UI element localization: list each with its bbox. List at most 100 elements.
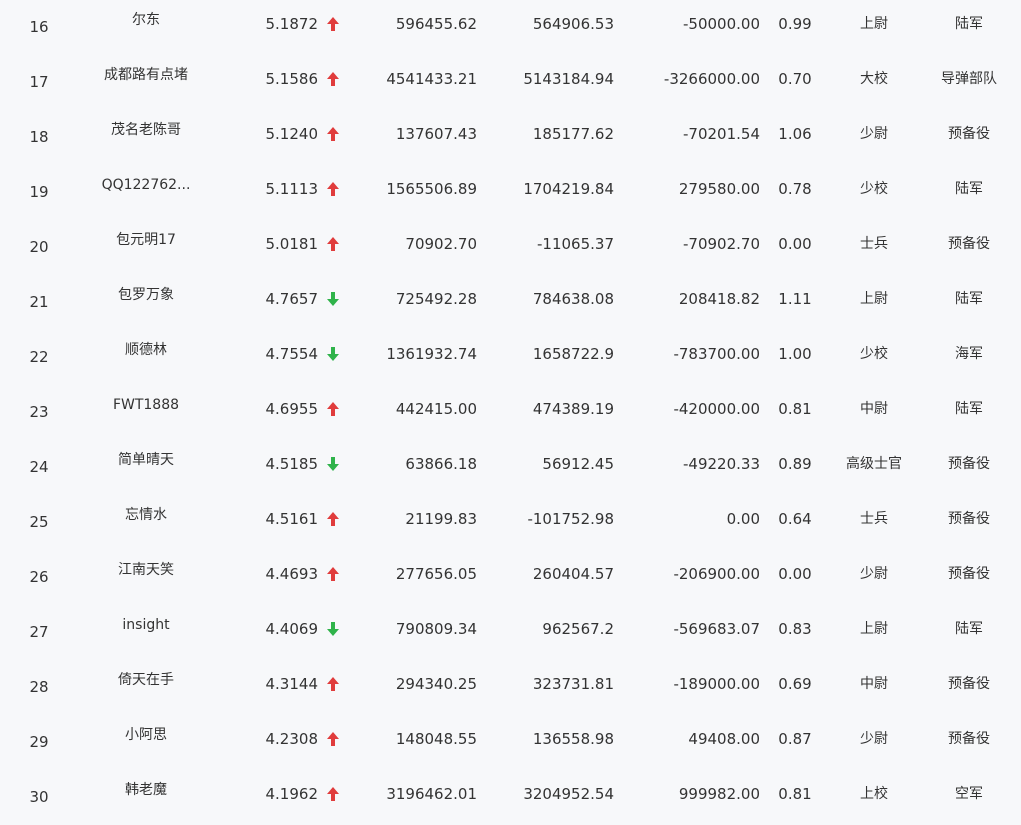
arrow-up-icon [326,181,340,197]
rank-cell: 26 [29,568,49,586]
value-3: -569683.07 [673,620,760,638]
ratio-value: 0.78 [778,180,812,198]
branch-label: 陆军 [955,291,983,307]
value-3: -783700.00 [673,345,760,363]
value-1: 3196462.01 [386,785,477,803]
rank-cell: 24 [29,458,49,476]
value-3: -420000.00 [673,400,760,418]
branch-label: 预备役 [948,511,990,527]
branch-label: 导弹部队 [941,71,997,87]
arrow-up-icon [326,566,340,582]
rank-cell: 21 [29,293,49,311]
user-name[interactable]: 顺德林 [86,341,206,359]
ratio-value: 0.00 [778,235,812,253]
table-row[interactable]: 29 小阿思 4.2308 148048.55 136558.98 49408.00 0.8… [0,715,1021,770]
arrow-up-icon [326,236,340,252]
value-2: 260404.57 [532,565,614,583]
user-name[interactable]: 韩老魔 [86,781,206,799]
user-name[interactable]: insight [86,616,206,634]
military-rank: 高级士官 [846,456,902,472]
military-rank: 少校 [860,181,888,197]
table-row[interactable]: 21 包罗万象 4.7657 725492.28 784638.08 208418.82 1… [0,275,1021,330]
arrow-up-icon [326,71,340,87]
user-name[interactable]: FWT1888 [86,396,206,414]
user-name[interactable]: 尔东 [86,11,206,29]
ratio-value: 0.70 [778,70,812,88]
value-2: 474389.19 [532,400,614,418]
military-rank: 上尉 [860,621,888,637]
table-row[interactable]: 16 尔东 5.1872 596455.62 564906.53 -50000.00 0.9… [0,0,1021,55]
arrow-down-icon [326,621,340,637]
ratio-value: 0.83 [778,620,812,638]
user-name[interactable]: QQ122762... [86,176,206,194]
table-row[interactable]: 25 忘情水 4.5161 21199.83 -101752.98 0.00 0.64 士兵 预… [0,495,1021,550]
table-row[interactable]: 17 成都路有点堵 5.1586 4541433.21 5143184.94 -32660… [0,55,1021,110]
value-3: -70902.70 [683,235,760,253]
branch-label: 预备役 [948,236,990,252]
value-2: -101752.98 [527,510,614,528]
ratio-value: 0.89 [778,455,812,473]
value-1: 63866.18 [405,455,477,473]
table-row[interactable]: 19 QQ122762... 5.1113 1565506.89 1704219.84 2… [0,165,1021,220]
score-value: 4.6955 [265,400,319,418]
score-value: 5.0181 [265,235,319,253]
table-row[interactable]: 24 简单晴天 4.5185 63866.18 56912.45 -49220.33 0.8… [0,440,1021,495]
rank-cell: 17 [29,73,49,91]
user-name[interactable]: 简单晴天 [86,451,206,469]
ratio-value: 0.87 [778,730,812,748]
value-2: -11065.37 [537,235,614,253]
rank-cell: 16 [29,18,49,36]
table-row[interactable]: 26 江南天笑 4.4693 277656.05 260404.57 -206900.00… [0,550,1021,605]
user-name[interactable]: 成都路有点堵 [86,66,206,84]
rank-cell: 27 [29,623,49,641]
user-name[interactable]: 小阿思 [86,726,206,744]
value-2: 564906.53 [532,15,614,33]
branch-label: 预备役 [948,126,990,142]
branch-label: 预备役 [948,731,990,747]
branch-label: 空军 [955,786,983,802]
branch-label: 海军 [955,346,983,362]
user-name[interactable]: 包罗万象 [86,286,206,304]
user-name[interactable]: 倚天在手 [86,671,206,689]
military-rank: 中尉 [860,401,888,417]
value-3: -49220.33 [683,455,760,473]
branch-label: 预备役 [948,456,990,472]
value-3: -3266000.00 [663,70,760,88]
ratio-value: 0.81 [778,400,812,418]
rank-cell: 19 [29,183,49,201]
score-value: 4.3144 [265,675,319,693]
arrow-down-icon [326,291,340,307]
military-rank: 士兵 [860,511,888,527]
table-row[interactable]: 23 FWT1888 4.6955 442415.00 474389.19 -420000… [0,385,1021,440]
user-name[interactable]: 茂名老陈哥 [86,121,206,139]
table-row[interactable]: 18 茂名老陈哥 5.1240 137607.43 185177.62 -70201.54… [0,110,1021,165]
value-2: 784638.08 [532,290,614,308]
military-rank: 少尉 [860,566,888,582]
user-name[interactable]: 包元明17 [86,231,206,249]
branch-label: 陆军 [955,16,983,32]
value-2: 56912.45 [542,455,614,473]
user-name[interactable]: 江南天笑 [86,561,206,579]
user-name[interactable]: 忘情水 [86,506,206,524]
ratio-value: 1.11 [778,290,812,308]
value-3: -50000.00 [683,15,760,33]
branch-label: 陆军 [955,621,983,637]
military-rank: 上尉 [860,16,888,32]
table-row[interactable]: 20 包元明17 5.0181 70902.70 -11065.37 -70902.70 0… [0,220,1021,275]
table-row[interactable]: 27 insight 4.4069 790809.34 962567.2 -569683.… [0,605,1021,660]
military-rank: 少尉 [860,126,888,142]
value-3: 999982.00 [678,785,760,803]
table-row[interactable]: 22 顺德林 4.7554 1361932.74 1658722.9 -783700.00… [0,330,1021,385]
rank-cell: 29 [29,733,49,751]
table-row[interactable]: 28 倚天在手 4.3144 294340.25 323731.81 -189000.00… [0,660,1021,715]
rank-cell: 30 [29,788,49,806]
score-value: 5.1586 [265,70,319,88]
arrow-down-icon [326,346,340,362]
score-value: 4.5185 [265,455,319,473]
score-value: 4.4693 [265,565,319,583]
rank-cell: 25 [29,513,49,531]
value-2: 136558.98 [532,730,614,748]
value-1: 148048.55 [395,730,477,748]
value-1: 1361932.74 [386,345,477,363]
military-rank: 少校 [860,346,888,362]
